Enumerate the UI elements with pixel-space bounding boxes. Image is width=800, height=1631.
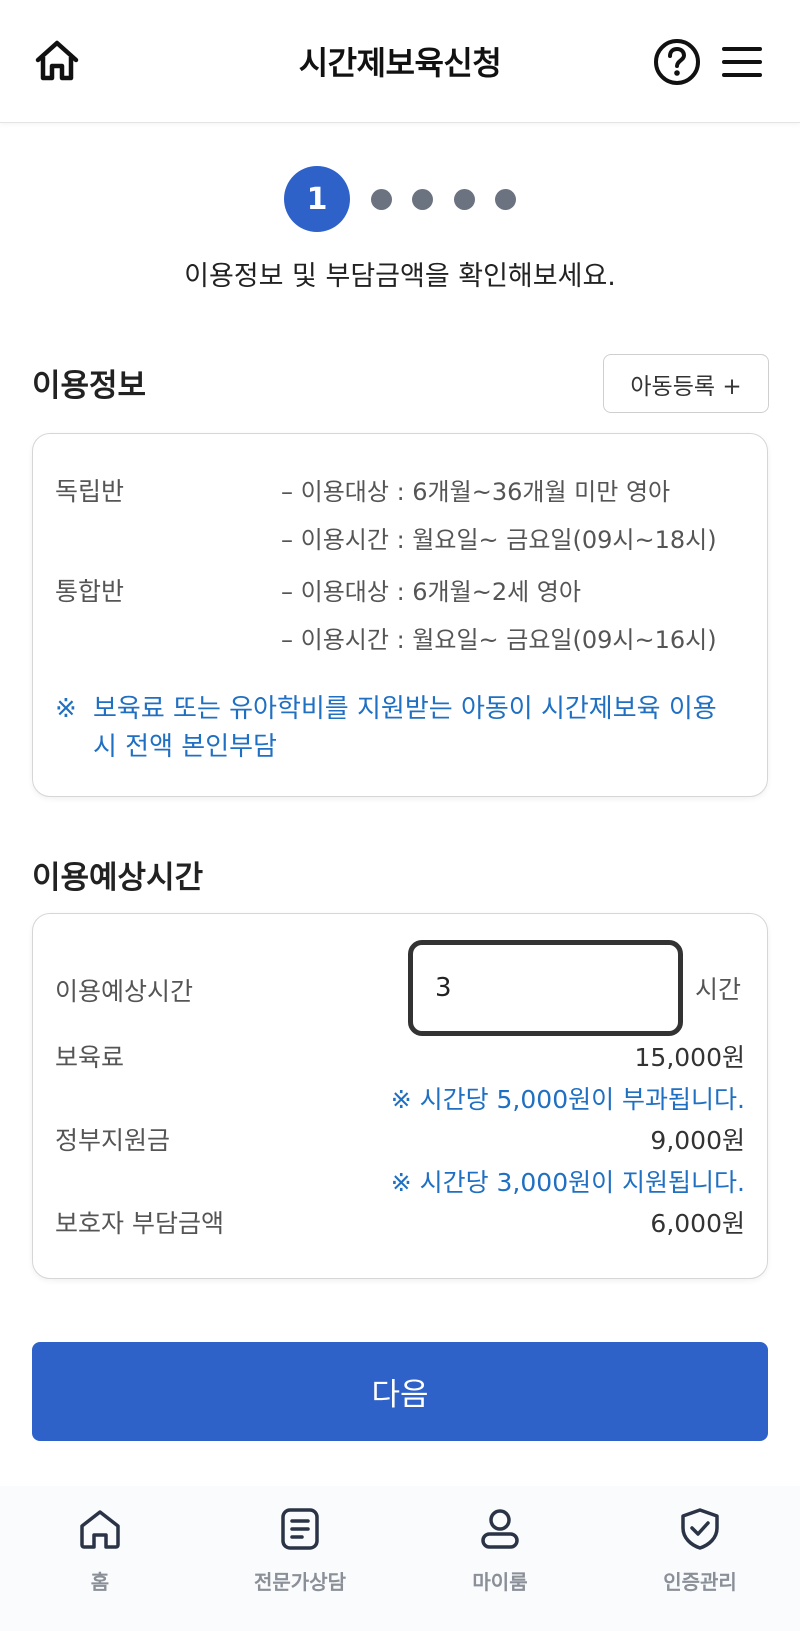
register-child-button[interactable]: 아동등록 + [603, 354, 769, 413]
nav-item-myroom[interactable]: 마이룸 [430, 1506, 570, 1616]
class-name-integrated: 통합반 [55, 577, 125, 606]
step-3-dot [412, 189, 433, 210]
nav-label-consult: 전문가상담 [254, 1570, 346, 1594]
fee-label: 보육료 [55, 1043, 125, 1072]
home-icon [80, 1510, 120, 1549]
subsidy-label: 정부지원금 [55, 1126, 171, 1155]
hamburger-menu-icon[interactable] [718, 38, 766, 86]
class-name-independent: 독립반 [55, 477, 125, 506]
nav-label-home: 홈 [90, 1570, 110, 1594]
hours-label: 이용예상시간 [55, 977, 194, 1006]
document-icon [281, 1508, 319, 1550]
shield-check-icon [681, 1508, 719, 1550]
nav-label-myroom: 마이룸 [472, 1570, 528, 1594]
self-pay-notice: ※ 보육료 또는 유아학비를 지원받는 아동이 시간제보육 이용시 전액 본인부… [55, 690, 735, 766]
step-2-dot [371, 189, 392, 210]
next-button[interactable]: 다음 [32, 1342, 768, 1441]
info-section-title: 이용정보 [32, 368, 147, 404]
time-section-title: 이용예상시간 [32, 860, 204, 896]
step-4-dot [454, 189, 475, 210]
usage-info-card: 독립반 – 이용대상 : 6개월~36개월 미만 영아 – 이용시간 : 월요일… [32, 433, 768, 797]
step-5-dot [495, 189, 516, 210]
nav-item-auth[interactable]: 인증관리 [630, 1506, 770, 1616]
expected-time-card: 이용예상시간 시간 보육료 15,000원 ※ 시간당 5,000원이 부과됩니… [32, 913, 768, 1279]
subsidy-value: 9,000원 [650, 1126, 745, 1155]
person-icon [481, 1509, 519, 1549]
notice-mark: ※ [55, 694, 77, 724]
guardian-cost-value: 6,000원 [650, 1209, 745, 1238]
class-hours-independent: – 이용시간 : 월요일~ 금요일(09시~18시) [281, 526, 717, 554]
step-indicator: 1 [0, 166, 800, 234]
bottom-navigation: 홈 전문가상담 마이룸 인증관리 [0, 1486, 800, 1631]
nav-label-auth: 인증관리 [663, 1570, 737, 1594]
nav-item-consult[interactable]: 전문가상담 [230, 1506, 370, 1616]
hours-unit: 시간 [695, 975, 742, 1004]
hours-input[interactable] [408, 940, 683, 1036]
top-app-bar: 시간제보육신청 [0, 0, 800, 123]
class-target-independent: – 이용대상 : 6개월~36개월 미만 영아 [281, 478, 671, 506]
fee-value: 15,000원 [634, 1043, 745, 1072]
step-subtitle: 이용정보 및 부담금액을 확인해보세요. [184, 261, 616, 292]
nav-item-home[interactable]: 홈 [30, 1506, 170, 1616]
notice-text: 보육료 또는 유아학비를 지원받는 아동이 시간제보육 이용시 전액 본인부담 [93, 694, 717, 762]
guardian-cost-label: 보호자 부담금액 [55, 1209, 224, 1238]
step-1-active: 1 [284, 166, 350, 232]
class-hours-integrated: – 이용시간 : 월요일~ 금요일(09시~16시) [281, 626, 717, 654]
class-target-integrated: – 이용대상 : 6개월~2세 영아 [281, 578, 581, 606]
subsidy-note: ※ 시간당 3,000원이 지원됩니다. [390, 1168, 745, 1197]
fee-note: ※ 시간당 5,000원이 부과됩니다. [390, 1085, 745, 1114]
help-icon[interactable] [652, 37, 702, 87]
